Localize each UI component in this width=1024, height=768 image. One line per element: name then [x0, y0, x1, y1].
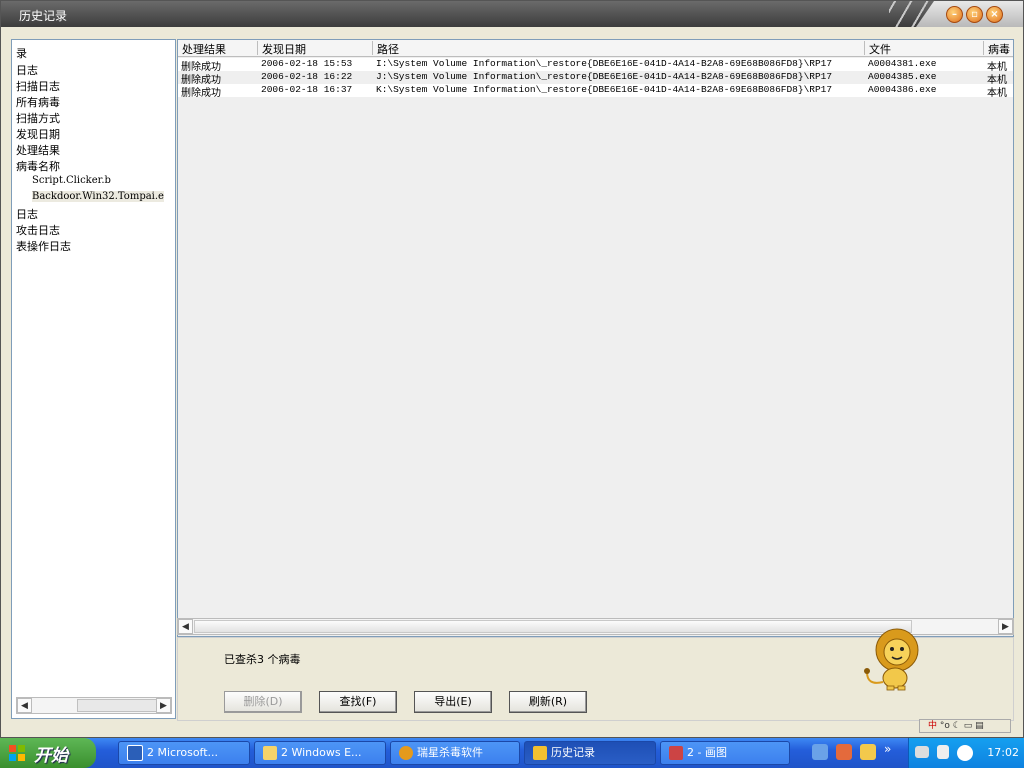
- export-button[interactable]: 导出(E): [414, 691, 492, 713]
- title-bar[interactable]: 历史记录 – ▫ ×: [1, 1, 1023, 27]
- network-icon[interactable]: [836, 744, 852, 760]
- list-header: 处理结果 发现日期 路径 文件 病毒: [178, 40, 1013, 57]
- maximize-button[interactable]: ▫: [966, 6, 983, 23]
- cell-path: K:\System Volume Information\_restore{DB…: [376, 84, 833, 95]
- tree-item[interactable]: 所有病毒: [16, 94, 60, 110]
- system-tray: 17:02: [908, 738, 1024, 768]
- cell-date: 2006-02-18 16:37: [261, 84, 353, 95]
- users-icon[interactable]: [812, 744, 828, 760]
- scroll-left-arrow-icon[interactable]: ◀: [178, 619, 193, 634]
- windows-logo-icon: [9, 745, 25, 761]
- column-header-virus[interactable]: 病毒: [983, 41, 1013, 55]
- taskbar: 开始 2 Microsoft... 2 Windows E... 瑞星杀毒软件 …: [0, 738, 1024, 768]
- column-header-path[interactable]: 路径: [372, 41, 864, 55]
- cell-path: J:\System Volume Information\_restore{DB…: [376, 71, 833, 82]
- folder-icon: [263, 746, 277, 760]
- delete-button[interactable]: 删除(D): [224, 691, 302, 713]
- tree-item[interactable]: 处理结果: [16, 142, 60, 158]
- cell-date: 2006-02-18 15:53: [261, 58, 353, 69]
- taskbar-item-label: 2 - 画图: [687, 746, 727, 759]
- tree-item[interactable]: 日志: [16, 206, 38, 222]
- expand-chevron-icon[interactable]: »: [884, 742, 891, 756]
- history-window: 历史记录 – ▫ × 录 日志 扫描日志 所有病毒 扫描方式 发现日期 处理结果…: [0, 0, 1024, 738]
- ime-menu-icon[interactable]: ▤: [975, 721, 984, 731]
- log-tree[interactable]: 录 日志 扫描日志 所有病毒 扫描方式 发现日期 处理结果 病毒名称 Scrip…: [11, 39, 176, 719]
- tree-item[interactable]: 扫描方式: [16, 110, 60, 126]
- tree-item-virus[interactable]: Script.Clicker.b: [32, 175, 111, 186]
- keyboard-icon[interactable]: [915, 746, 929, 758]
- scroll-thumb[interactable]: [194, 620, 912, 633]
- column-header-file[interactable]: 文件: [864, 41, 983, 55]
- back-arrow-icon[interactable]: [957, 745, 973, 761]
- clock: 17:02: [987, 746, 1019, 759]
- close-button[interactable]: ×: [986, 6, 1003, 23]
- taskbar-item-history[interactable]: 历史记录: [524, 741, 656, 765]
- minimize-button[interactable]: –: [946, 6, 963, 23]
- cell-file: A0004381.exe: [868, 58, 937, 69]
- taskbar-item-label: 2 Windows E...: [281, 746, 362, 759]
- scroll-thumb[interactable]: [77, 699, 157, 712]
- status-text: 已查杀3 个病毒: [224, 653, 301, 666]
- ime-keyboard-icon[interactable]: ▭: [964, 721, 973, 731]
- column-header-date[interactable]: 发现日期: [257, 41, 372, 55]
- taskbar-item-label: 历史记录: [551, 746, 595, 759]
- cell-virus: 本机: [987, 88, 1007, 99]
- cell-path: I:\System Volume Information\_restore{DB…: [376, 58, 833, 69]
- table-row[interactable]: 删除成功 2006-02-18 16:37 K:\System Volume I…: [178, 84, 1013, 99]
- scroll-right-arrow-icon[interactable]: ▶: [156, 698, 171, 713]
- tree-item[interactable]: 病毒名称: [16, 158, 60, 174]
- scroll-right-arrow-icon[interactable]: ▶: [998, 619, 1013, 634]
- word-icon: [127, 745, 143, 761]
- table-row[interactable]: 删除成功 2006-02-18 16:22 J:\System Volume I…: [178, 71, 1013, 86]
- cell-file: A0004386.exe: [868, 84, 937, 95]
- tree-item[interactable]: 发现日期: [16, 126, 60, 142]
- cell-result: 删除成功: [181, 88, 221, 99]
- tree-item[interactable]: 录: [16, 45, 27, 61]
- start-label: 开始: [34, 746, 68, 765]
- tree-item[interactable]: 日志: [16, 62, 38, 78]
- windows-icon[interactable]: [937, 745, 949, 759]
- taskbar-item-word[interactable]: 2 Microsoft...: [118, 741, 250, 765]
- table-row[interactable]: 删除成功 2006-02-18 15:53 I:\System Volume I…: [178, 58, 1013, 73]
- find-button[interactable]: 查找(F): [319, 691, 397, 713]
- tree-item[interactable]: 攻击日志: [16, 222, 60, 238]
- taskbar-item-explorer[interactable]: 2 Windows E...: [254, 741, 386, 765]
- scroll-left-arrow-icon[interactable]: ◀: [17, 698, 32, 713]
- tree-horizontal-scrollbar[interactable]: ◀ ▶: [16, 697, 172, 714]
- tree-item[interactable]: 扫描日志: [16, 78, 60, 94]
- paint-icon: [669, 746, 683, 760]
- history-icon: [533, 746, 547, 760]
- thunder-icon[interactable]: [860, 744, 876, 760]
- rising-lion-mascot-icon[interactable]: [861, 626, 927, 692]
- taskbar-item-label: 瑞星杀毒软件: [417, 746, 483, 759]
- tree-item-virus-selected[interactable]: Backdoor.Win32.Tompai.e: [32, 191, 164, 202]
- history-list[interactable]: 处理结果 发现日期 路径 文件 病毒 删除成功 2006-02-18 15:53…: [177, 39, 1014, 637]
- taskbar-item-rising[interactable]: 瑞星杀毒软件: [390, 741, 520, 765]
- ime-toolbar[interactable]: 中 °o ☾ ▭ ▤: [919, 719, 1011, 733]
- ime-punct-icon[interactable]: °o: [940, 721, 950, 731]
- start-button[interactable]: 开始: [0, 738, 96, 768]
- taskbar-item-paint[interactable]: 2 - 画图: [660, 741, 790, 765]
- rising-icon: [399, 746, 413, 760]
- window-title: 历史记录: [19, 9, 68, 23]
- refresh-button[interactable]: 刷新(R): [509, 691, 587, 713]
- cell-file: A0004385.exe: [868, 71, 937, 82]
- cell-date: 2006-02-18 16:22: [261, 71, 353, 82]
- taskbar-item-label: 2 Microsoft...: [147, 746, 219, 759]
- ime-chinese-icon[interactable]: 中: [928, 721, 937, 731]
- ime-moon-icon[interactable]: ☾: [953, 721, 961, 731]
- tree-item[interactable]: 表操作日志: [16, 238, 71, 254]
- column-header-result[interactable]: 处理结果: [178, 41, 257, 55]
